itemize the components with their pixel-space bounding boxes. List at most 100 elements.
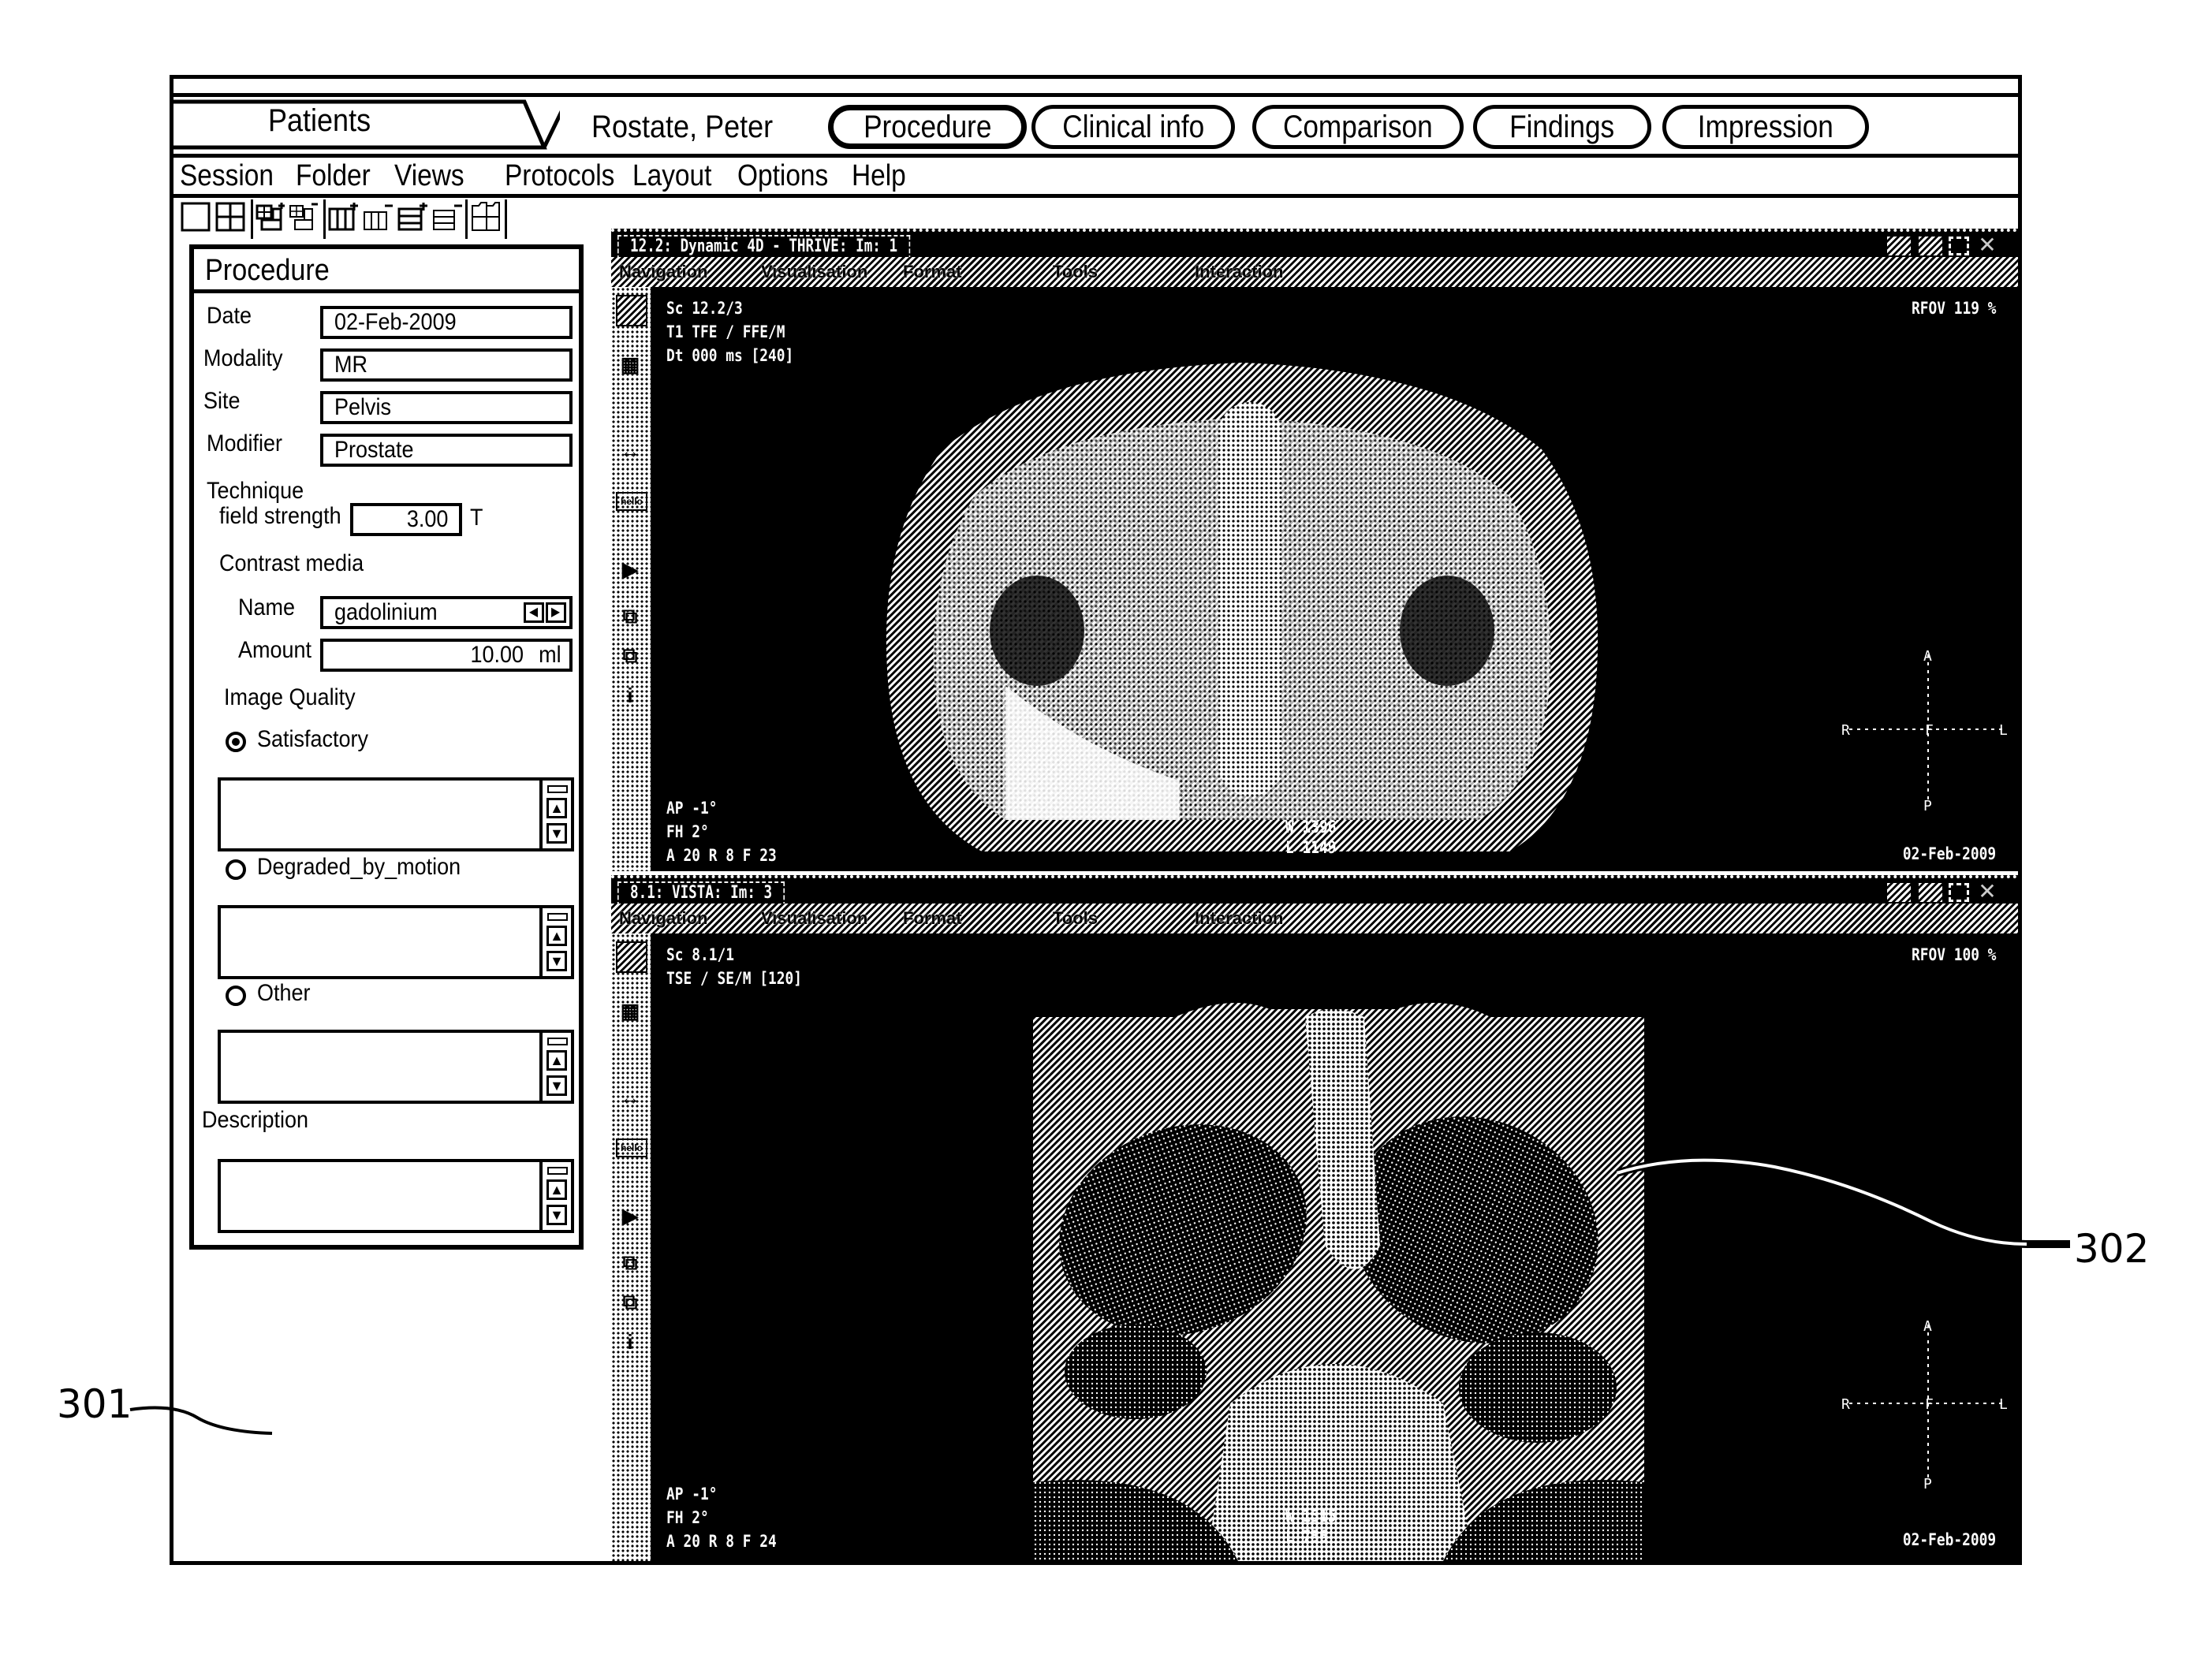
modality-field[interactable]: MR — [320, 348, 573, 382]
menu-views[interactable]: Views — [394, 159, 464, 193]
tab-comparison[interactable]: Comparison — [1252, 105, 1464, 149]
tab-procedure[interactable]: Procedure — [828, 105, 1027, 149]
layout-grid-icon[interactable]: ▦ — [616, 350, 644, 378]
scroll-grip[interactable] — [547, 1167, 568, 1175]
remove-row-icon[interactable] — [432, 201, 464, 233]
layout-split-icon[interactable] — [470, 201, 502, 233]
viewer-menu-interaction[interactable]: Interaction — [1195, 908, 1283, 929]
site-field[interactable]: Pelvis — [320, 391, 573, 424]
contrast-name-select[interactable]: gadolinium ◀ ▶ — [320, 596, 573, 629]
scroll-down-button[interactable]: ▼ — [546, 951, 567, 971]
scroll-up-button[interactable]: ▲ — [546, 926, 567, 946]
orientation-right-label: L — [1999, 722, 2008, 739]
swap-viewport-icon[interactable]: ⧉ — [616, 642, 644, 670]
sequence-label: TSE / SE/M [120] — [666, 969, 802, 988]
viewer-menu-format[interactable]: Format — [903, 262, 962, 282]
restore-icon[interactable] — [1917, 881, 1944, 904]
annotation-text-icon[interactable]: hello — [616, 492, 647, 511]
menu-folder[interactable]: Folder — [296, 159, 371, 193]
scroll-grip[interactable] — [547, 1038, 568, 1045]
tile-icon[interactable] — [1886, 235, 1912, 257]
copy-viewport-icon[interactable]: ⧉ — [616, 1249, 644, 1277]
tab-patients[interactable]: Patients — [173, 97, 560, 150]
tab-clinical-info[interactable]: Clinical info — [1031, 105, 1235, 149]
swap-viewport-icon[interactable]: ⧉ — [616, 1288, 644, 1317]
info-icon[interactable]: i — [616, 681, 644, 710]
remove-column-icon[interactable] — [363, 201, 394, 233]
scroll-up-button[interactable]: ▲ — [546, 1050, 567, 1071]
scrollbar[interactable]: ▲ ▼ — [539, 1033, 571, 1101]
add-column-icon[interactable] — [328, 201, 360, 233]
tab-impression[interactable]: Impression — [1662, 105, 1869, 149]
maximize-icon[interactable] — [1949, 883, 1969, 902]
remove-grid-icon[interactable] — [289, 201, 320, 233]
viewer-menu-navigation[interactable]: Navigation — [619, 262, 707, 282]
add-grid-icon[interactable] — [256, 201, 287, 233]
viewer-side-toolbar: ▦ ↔ hello ▶ ⧉ ⧉ i — [611, 933, 651, 1561]
add-row-icon[interactable] — [397, 201, 429, 233]
restore-icon[interactable] — [1917, 235, 1944, 257]
other-radio[interactable] — [226, 986, 246, 1006]
viewer-menu-interaction[interactable]: Interaction — [1195, 262, 1283, 282]
modifier-field[interactable]: Prostate — [320, 434, 573, 467]
tile-icon[interactable] — [1886, 881, 1912, 904]
menu-layout[interactable]: Layout — [632, 159, 711, 193]
close-icon[interactable]: ✕ — [1974, 234, 2001, 257]
scroll-down-button[interactable]: ▼ — [546, 1205, 567, 1225]
mri-scan-image-vista[interactable] — [1033, 993, 1644, 1561]
viewer-menu-visualisation[interactable]: Visualisation — [761, 908, 867, 929]
annotation-text-icon[interactable]: hello — [616, 1138, 647, 1157]
scrollbar[interactable]: ▲ ▼ — [539, 1162, 571, 1230]
viewer-menu-tools[interactable]: Tools — [1053, 908, 1098, 929]
triangle-right-icon: ▶ — [550, 605, 560, 619]
layout-grid-icon[interactable]: ▦ — [616, 997, 644, 1025]
menu-help[interactable]: Help — [852, 159, 906, 193]
menu-options[interactable]: Options — [737, 159, 828, 193]
position-label: A 20 R 8 F 23 — [666, 846, 777, 865]
copy-viewport-icon[interactable]: ⧉ — [616, 602, 644, 631]
scroll-up-button[interactable]: ▲ — [546, 1179, 567, 1200]
cine-play-icon[interactable]: ▶ — [616, 1202, 644, 1230]
degraded-by-motion-radio[interactable] — [226, 859, 246, 880]
scroll-down-button[interactable]: ▼ — [546, 1075, 567, 1096]
layout-2x2-icon[interactable] — [214, 201, 246, 233]
other-notes-textarea[interactable]: ▲ ▼ — [218, 1030, 574, 1104]
description-textarea[interactable]: ▲ ▼ — [218, 1159, 574, 1233]
satisfactory-radio[interactable] — [226, 732, 246, 752]
maximize-icon[interactable] — [1949, 237, 1969, 255]
measure-distance-icon[interactable]: ↔ — [616, 437, 644, 465]
scroll-up-button[interactable]: ▲ — [546, 798, 567, 818]
info-icon[interactable]: i — [616, 1328, 644, 1356]
toolbar-separator — [251, 199, 253, 239]
degraded-notes-textarea[interactable]: ▲ ▼ — [218, 905, 574, 979]
scroll-grip[interactable] — [547, 913, 568, 921]
cine-play-icon[interactable]: ▶ — [616, 555, 644, 583]
window-level-icon[interactable] — [616, 941, 647, 973]
panel-header: Procedure — [194, 249, 579, 293]
viewer-menu-tools[interactable]: Tools — [1053, 262, 1098, 282]
window-level-icon[interactable] — [616, 295, 647, 326]
previous-option-button[interactable]: ◀ — [524, 602, 544, 623]
orientation-right-label: L — [1999, 1396, 2008, 1413]
layout-1x1-icon[interactable] — [180, 201, 211, 233]
study-date-label: 02-Feb-2009 — [1902, 844, 1996, 863]
menu-session[interactable]: Session — [180, 159, 274, 193]
toolbar-separator — [323, 199, 326, 239]
scroll-grip[interactable] — [547, 785, 568, 793]
field-strength-field[interactable]: 3.00 — [350, 503, 462, 536]
contrast-amount-field[interactable]: 10.00 ml — [320, 639, 573, 672]
scroll-down-button[interactable]: ▼ — [546, 823, 567, 844]
mri-scan-image-axial[interactable] — [848, 339, 1636, 867]
measure-distance-icon[interactable]: ↔ — [616, 1083, 644, 1112]
scrollbar[interactable]: ▲ ▼ — [539, 781, 571, 848]
viewer-menu-visualisation[interactable]: Visualisation — [761, 262, 867, 282]
tab-findings[interactable]: Findings — [1473, 105, 1651, 149]
menu-protocols[interactable]: Protocols — [505, 159, 614, 193]
viewer-menu-format[interactable]: Format — [903, 908, 962, 929]
scrollbar[interactable]: ▲ ▼ — [539, 908, 571, 976]
satisfactory-notes-textarea[interactable]: ▲ ▼ — [218, 777, 574, 851]
viewer-menu-navigation[interactable]: Navigation — [619, 908, 707, 929]
close-icon[interactable]: ✕ — [1974, 881, 2001, 904]
date-field[interactable]: 02-Feb-2009 — [320, 306, 573, 339]
next-option-button[interactable]: ▶ — [546, 602, 566, 623]
